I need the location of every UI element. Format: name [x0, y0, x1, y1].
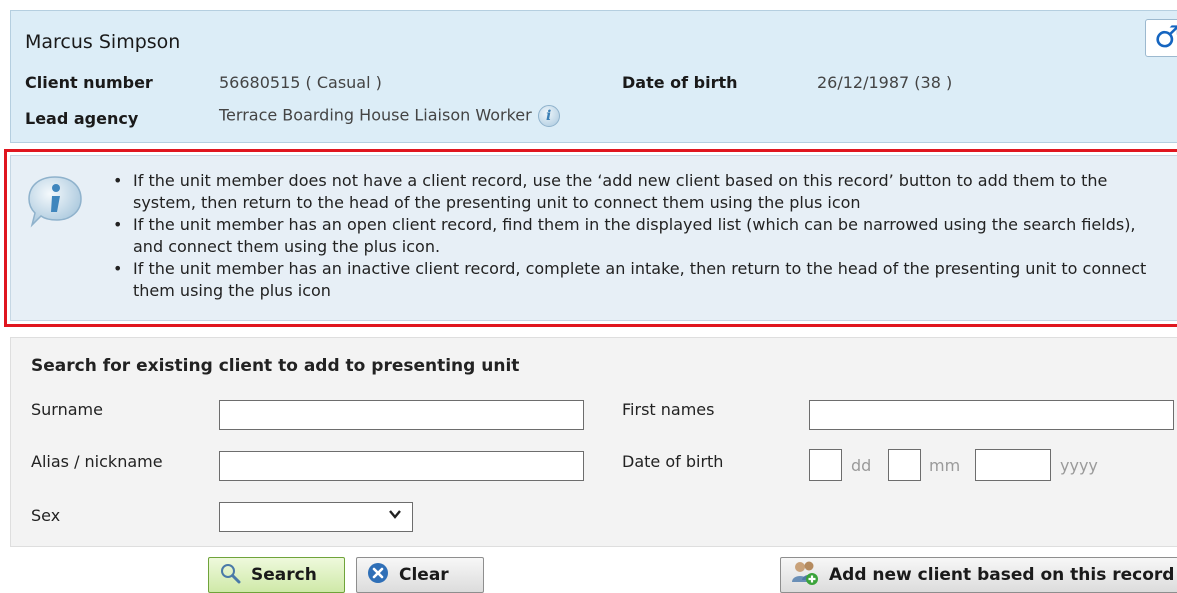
client-number-value: 56680515 ( Casual ) — [219, 73, 382, 92]
instructions-panel: If the unit member does not have a clien… — [10, 155, 1177, 321]
dob-day-input[interactable] — [809, 449, 842, 481]
dob-month-placeholder: mm — [929, 456, 961, 475]
info-icon[interactable]: i — [537, 105, 560, 127]
lead-agency-row: Terrace Boarding House Liaison Worker i — [219, 105, 560, 127]
client-name: Marcus Simpson — [25, 31, 181, 53]
dob-year-placeholder: yyyy — [1060, 456, 1098, 475]
search-button-label: Search — [251, 565, 317, 585]
first-names-label: First names — [622, 400, 715, 419]
dob-label: Date of birth — [622, 73, 738, 92]
add-people-icon — [791, 560, 819, 591]
instruction-item: If the unit member has an open client re… — [113, 214, 1167, 258]
dob-month-input[interactable] — [888, 449, 921, 481]
lead-agency-value: Terrace Boarding House Liaison Worker — [219, 105, 532, 125]
search-panel: Search for existing client to add to pre… — [10, 337, 1177, 547]
info-speech-bubble-icon — [28, 176, 82, 228]
client-number-label: Client number — [25, 73, 153, 92]
search-button[interactable]: Search — [208, 557, 345, 593]
client-summary-panel: Marcus Simpson ♂ Client number 56680515 … — [10, 10, 1177, 143]
search-title: Search for existing client to add to pre… — [31, 356, 520, 376]
instructions-list: If the unit member does not have a clien… — [107, 170, 1167, 302]
alias-input[interactable] — [219, 451, 584, 481]
instruction-item: If the unit member has an inactive clien… — [113, 258, 1167, 302]
clear-button[interactable]: Clear — [356, 557, 484, 593]
add-new-client-button[interactable]: Add new client based on this record — [780, 557, 1177, 593]
surname-label: Surname — [31, 400, 103, 419]
dob-day-placeholder: dd — [851, 456, 872, 475]
clear-x-icon — [367, 562, 389, 589]
dob-value: 26/12/1987 (38 ) — [817, 73, 953, 92]
instruction-item: If the unit member does not have a clien… — [113, 170, 1167, 214]
surname-input[interactable] — [219, 400, 584, 430]
dob-year-input[interactable] — [975, 449, 1051, 481]
gender-male-icon[interactable]: ♂ — [1145, 19, 1177, 57]
dob-search-label: Date of birth — [622, 452, 724, 471]
search-icon — [219, 562, 241, 589]
sex-label: Sex — [31, 506, 61, 525]
sex-select[interactable] — [219, 502, 413, 532]
instructions-highlight: If the unit member does not have a clien… — [4, 149, 1177, 327]
lead-agency-label: Lead agency — [25, 109, 139, 128]
add-new-client-label: Add new client based on this record — [829, 565, 1175, 585]
alias-label: Alias / nickname — [31, 452, 163, 471]
chevron-down-icon — [388, 506, 402, 525]
clear-button-label: Clear — [399, 565, 449, 585]
first-names-input[interactable] — [809, 400, 1174, 430]
